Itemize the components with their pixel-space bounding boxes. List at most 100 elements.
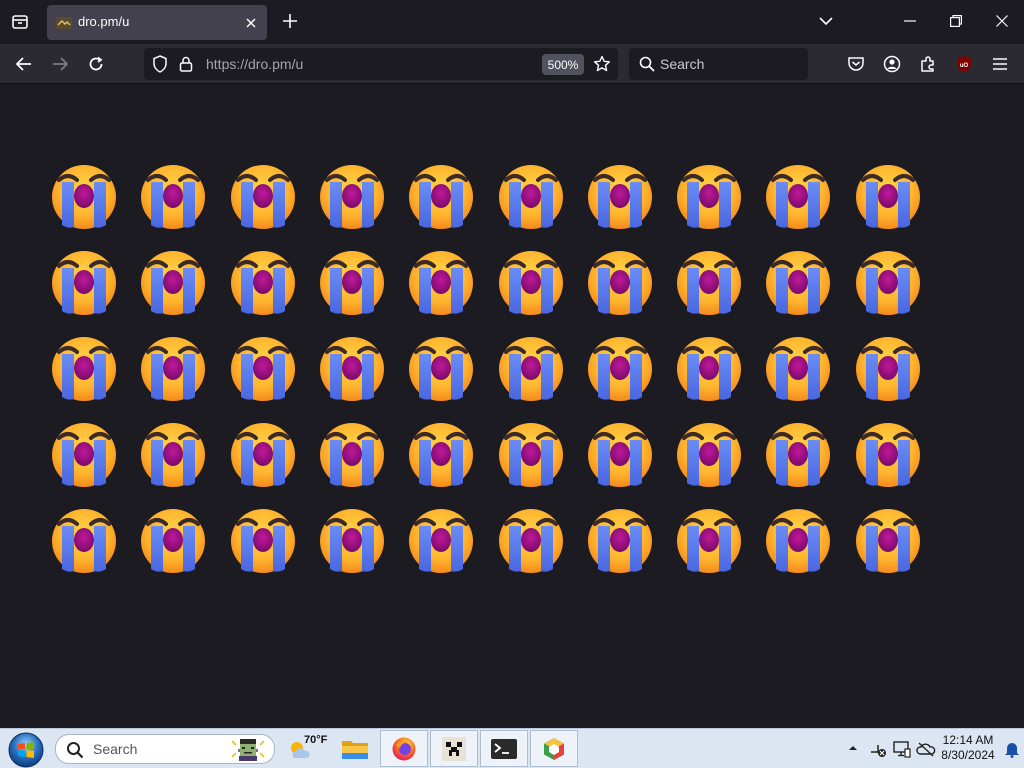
weather-widget[interactable]: 70°F	[288, 731, 328, 767]
notification-bell-icon[interactable]	[1002, 739, 1022, 759]
terminal-icon	[491, 738, 517, 759]
favicon-icon	[56, 15, 72, 31]
tab-active[interactable]: dro.pm/u	[47, 5, 267, 40]
loudly-crying-face-emoji	[854, 249, 922, 317]
loudly-crying-face-emoji	[407, 421, 475, 489]
search-highlight-frankenstein-icon	[228, 737, 268, 761]
loudly-crying-face-emoji	[407, 507, 475, 575]
loudly-crying-face-emoji	[586, 421, 654, 489]
loudly-crying-face-emoji	[318, 335, 386, 403]
loudly-crying-face-emoji	[764, 507, 832, 575]
taskbar-app-firefox[interactable]	[380, 730, 428, 767]
account-icon[interactable]	[880, 52, 904, 76]
hamburger-menu-icon[interactable]	[988, 52, 1012, 76]
display-icon[interactable]	[892, 739, 912, 759]
url-bar[interactable]: https://dro.pm/u 500%	[144, 48, 618, 80]
loudly-crying-face-emoji	[854, 421, 922, 489]
loudly-crying-face-emoji	[675, 507, 743, 575]
forward-arrow-icon[interactable]	[46, 50, 74, 78]
loudly-crying-face-emoji	[854, 163, 922, 231]
loudly-crying-face-emoji	[407, 249, 475, 317]
loudly-crying-face-emoji	[407, 335, 475, 403]
search-bar[interactable]: Search	[629, 48, 808, 80]
loudly-crying-face-emoji	[854, 335, 922, 403]
tab-strip: dro.pm/u	[0, 0, 1024, 44]
reload-icon[interactable]	[82, 50, 110, 78]
loudly-crying-face-emoji	[229, 163, 297, 231]
loudly-crying-face-emoji	[764, 335, 832, 403]
extensions-puzzle-icon[interactable]	[916, 52, 940, 76]
loudly-crying-face-emoji	[318, 421, 386, 489]
firefox-icon	[392, 737, 416, 760]
window-close-icon[interactable]	[982, 6, 1022, 36]
loudly-crying-face-emoji	[675, 249, 743, 317]
pocket-icon[interactable]	[844, 52, 868, 76]
loudly-crying-face-emoji	[586, 249, 654, 317]
search-icon	[64, 739, 86, 761]
chevron-down-icon[interactable]	[814, 9, 838, 33]
loudly-crying-face-emoji	[229, 249, 297, 317]
tab-title: dro.pm/u	[78, 14, 130, 29]
taskbar-clock[interactable]: 12:14 AM 8/30/2024	[936, 733, 1000, 763]
loudly-crying-face-emoji	[318, 507, 386, 575]
loudly-crying-face-emoji	[764, 249, 832, 317]
loudly-crying-face-emoji	[497, 249, 565, 317]
onedrive-offline-cloud-icon[interactable]	[916, 739, 936, 759]
loudly-crying-face-emoji	[586, 163, 654, 231]
taskbar-search-placeholder: Search	[93, 741, 138, 757]
tray-overflow-chevron-icon[interactable]	[846, 741, 860, 755]
loudly-crying-face-emoji	[497, 421, 565, 489]
loudly-crying-face-emoji	[229, 421, 297, 489]
zoom-level-badge[interactable]: 500%	[542, 54, 584, 75]
window-minimize-icon[interactable]	[890, 6, 930, 36]
loudly-crying-face-emoji	[764, 163, 832, 231]
loudly-crying-face-emoji	[497, 335, 565, 403]
loudly-crying-face-emoji	[586, 507, 654, 575]
tab-close-icon[interactable]	[241, 13, 261, 33]
taskbar-app-terminal[interactable]	[480, 730, 528, 767]
windows-taskbar: Search 70°F 12:14 AM 8/30/2024	[0, 728, 1024, 768]
search-icon	[637, 54, 657, 74]
loudly-crying-face-emoji	[229, 507, 297, 575]
taskbar-app-file-explorer[interactable]	[331, 730, 379, 767]
loudly-crying-face-emoji	[586, 335, 654, 403]
taskbar-app-minecraft[interactable]	[430, 730, 478, 767]
loudly-crying-face-emoji	[675, 421, 743, 489]
navigation-toolbar: https://dro.pm/u 500% Search uO	[0, 44, 1024, 84]
tracking-shield-icon[interactable]	[150, 54, 170, 74]
window-restore-icon[interactable]	[936, 6, 976, 36]
loudly-crying-face-emoji	[407, 163, 475, 231]
loudly-crying-face-emoji	[229, 335, 297, 403]
ublock-origin-icon[interactable]: uO	[952, 52, 976, 76]
lock-icon[interactable]	[176, 54, 196, 74]
bookmark-star-icon[interactable]	[592, 54, 612, 74]
loudly-crying-face-emoji	[50, 507, 118, 575]
loudly-crying-face-emoji	[497, 163, 565, 231]
loudly-crying-face-emoji	[139, 421, 207, 489]
url-text[interactable]: https://dro.pm/u	[206, 56, 303, 72]
back-arrow-icon[interactable]	[10, 50, 38, 78]
loudly-crying-face-emoji	[139, 249, 207, 317]
loudly-crying-face-emoji	[50, 249, 118, 317]
loudly-crying-face-emoji	[139, 163, 207, 231]
firefox-view-icon[interactable]	[4, 6, 36, 38]
loudly-crying-face-emoji	[764, 421, 832, 489]
taskbar-search-box[interactable]: Search	[55, 734, 275, 764]
loudly-crying-face-emoji	[675, 335, 743, 403]
minecraft-creeper-icon	[442, 736, 466, 761]
loudly-crying-face-emoji	[50, 421, 118, 489]
search-placeholder: Search	[660, 56, 705, 72]
new-tab-plus-icon[interactable]	[278, 9, 302, 33]
loudly-crying-face-emoji	[50, 163, 118, 231]
loudly-crying-face-emoji	[497, 507, 565, 575]
start-button-icon[interactable]	[7, 731, 45, 768]
clock-time: 12:14 AM	[942, 733, 994, 747]
loudly-crying-face-emoji	[50, 335, 118, 403]
loudly-crying-face-emoji	[139, 335, 207, 403]
cube-app-icon	[544, 737, 564, 760]
taskbar-app-cube[interactable]	[530, 730, 578, 767]
loudly-crying-face-emoji	[675, 163, 743, 231]
loudly-crying-face-emoji	[854, 507, 922, 575]
clock-date: 8/30/2024	[941, 748, 995, 762]
network-disconnected-icon[interactable]	[868, 739, 888, 759]
